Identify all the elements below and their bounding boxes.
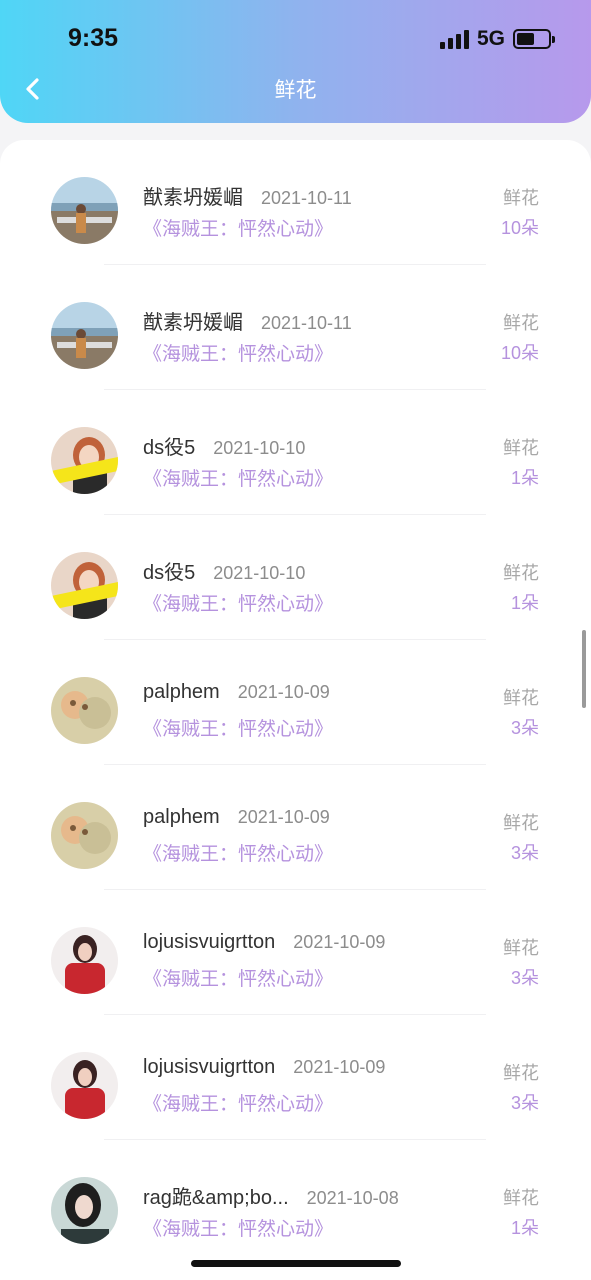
record-date: 2021-10-09 <box>237 807 330 827</box>
gift-type-label: 鲜花 <box>503 1063 539 1083</box>
list-item[interactable]: rag跪&amp;bo... 2021-10-08 《海贼王：怦然心动》 鲜花 … <box>0 1140 591 1265</box>
user-name: ds役5 <box>143 562 196 584</box>
record-date: 2021-10-10 <box>213 438 306 458</box>
gift-type-label: 鲜花 <box>503 438 539 458</box>
list-item[interactable]: lojusisvuigrtton 2021-10-09 《海贼王：怦然心动》 鲜… <box>0 1015 591 1140</box>
gift-count: 3朵 <box>510 718 539 738</box>
avatar[interactable] <box>51 927 118 994</box>
list-item[interactable]: ds役5 2021-10-10 《海贼王：怦然心动》 鲜花 1朵 <box>0 515 591 640</box>
gift-type-label: 鲜花 <box>503 313 539 333</box>
list-item[interactable]: ds役5 2021-10-10 《海贼王：怦然心动》 鲜花 1朵 <box>0 390 591 515</box>
user-name: lojusisvuigrtton <box>143 1056 276 1078</box>
list-item[interactable]: palphem 2021-10-09 《海贼王：怦然心动》 鲜花 3朵 <box>0 640 591 765</box>
scrollbar[interactable] <box>582 630 586 708</box>
gift-type-label: 鲜花 <box>503 1188 539 1208</box>
avatar[interactable] <box>51 177 118 244</box>
record-date: 2021-10-11 <box>261 188 352 208</box>
status-time: 9:35 <box>68 24 119 52</box>
signal-icon <box>439 29 469 49</box>
record-date: 2021-10-09 <box>237 682 330 702</box>
record-date: 2021-10-08 <box>306 1188 399 1208</box>
user-name: lojusisvuigrtton <box>143 931 276 953</box>
gift-count: 1朵 <box>510 593 539 613</box>
work-title[interactable]: 《海贼王：怦然心动》 <box>143 589 333 616</box>
gift-type-label: 鲜花 <box>503 938 539 958</box>
gift-type-label: 鲜花 <box>503 813 539 833</box>
avatar[interactable] <box>51 677 118 744</box>
user-name: palphem <box>143 681 220 703</box>
avatar[interactable] <box>51 552 118 619</box>
work-title[interactable]: 《海贼王：怦然心动》 <box>143 839 333 866</box>
status-indicators: 5G <box>439 27 555 51</box>
gift-count: 10朵 <box>500 343 539 363</box>
record-date: 2021-10-09 <box>293 1057 386 1077</box>
gift-type-label: 鲜花 <box>503 563 539 583</box>
battery-icon <box>513 29 555 49</box>
record-date: 2021-10-10 <box>213 563 306 583</box>
work-title[interactable]: 《海贼王：怦然心动》 <box>143 1214 333 1241</box>
work-title[interactable]: 《海贼王：怦然心动》 <box>143 214 333 241</box>
user-name: palphem <box>143 806 220 828</box>
record-date: 2021-10-11 <box>261 313 352 333</box>
home-indicator[interactable] <box>191 1260 401 1267</box>
user-name: rag跪&amp;bo... <box>143 1187 289 1209</box>
network-type: 5G <box>476 27 505 50</box>
avatar[interactable] <box>51 1052 118 1119</box>
list-item[interactable]: palphem 2021-10-09 《海贼王：怦然心动》 鲜花 3朵 <box>0 765 591 890</box>
avatar[interactable] <box>51 802 118 869</box>
work-title[interactable]: 《海贼王：怦然心动》 <box>143 339 333 366</box>
work-title[interactable]: 《海贼王：怦然心动》 <box>143 964 333 991</box>
gift-count: 3朵 <box>510 1093 539 1113</box>
gift-count: 3朵 <box>510 968 539 988</box>
user-name: ds役5 <box>143 437 196 459</box>
gift-count: 3朵 <box>510 843 539 863</box>
list-item[interactable]: lojusisvuigrtton 2021-10-09 《海贼王：怦然心动》 鲜… <box>0 890 591 1015</box>
page-title: 鲜花 <box>274 79 317 102</box>
list-item[interactable]: 猷素坍媛嵋 2021-10-11 《海贼王：怦然心动》 鲜花 10朵 <box>0 265 591 390</box>
work-title[interactable]: 《海贼王：怦然心动》 <box>143 464 333 491</box>
user-name: 猷素坍媛嵋 <box>143 187 243 209</box>
avatar[interactable] <box>51 302 118 369</box>
gift-type-label: 鲜花 <box>503 688 539 708</box>
work-title[interactable]: 《海贼王：怦然心动》 <box>143 714 333 741</box>
record-date: 2021-10-09 <box>293 932 386 952</box>
gift-record-list: 猷素坍媛嵋 2021-10-11 《海贼王：怦然心动》 鲜花 10朵 猷素坍媛嵋… <box>0 140 591 1280</box>
gift-type-label: 鲜花 <box>503 188 539 208</box>
list-item[interactable]: 猷素坍媛嵋 2021-10-11 《海贼王：怦然心动》 鲜花 10朵 <box>0 140 591 265</box>
gift-count: 1朵 <box>510 1218 539 1238</box>
gift-count: 10朵 <box>500 218 539 238</box>
work-title[interactable]: 《海贼王：怦然心动》 <box>143 1089 333 1116</box>
avatar[interactable] <box>51 427 118 494</box>
gift-count: 1朵 <box>510 468 539 488</box>
header-bar: 9:35 5G 鲜花 <box>0 0 591 123</box>
user-name: 猷素坍媛嵋 <box>143 312 243 334</box>
avatar[interactable] <box>51 1177 118 1244</box>
